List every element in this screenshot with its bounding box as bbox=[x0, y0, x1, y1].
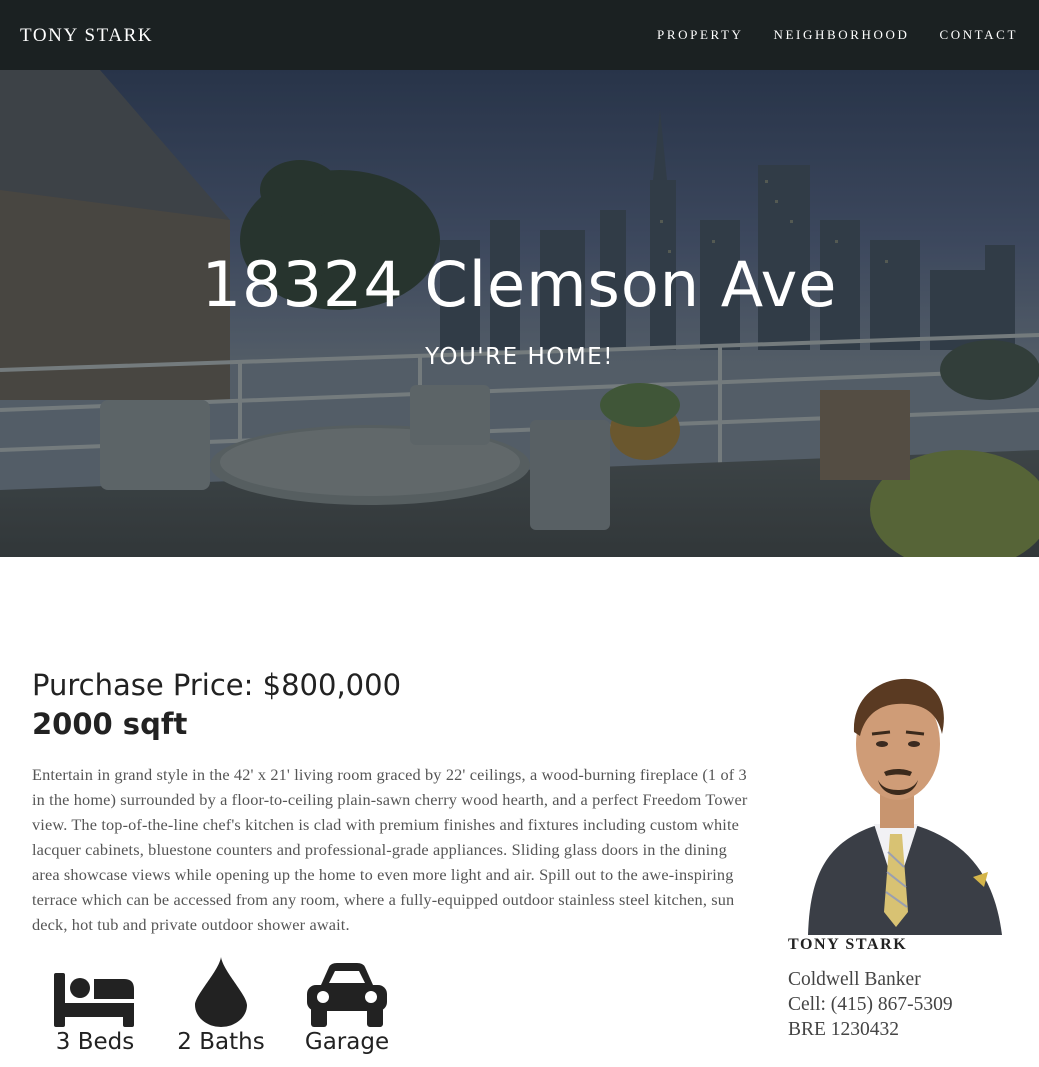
agent-contact-info: Coldwell Banker Cell: (415) 867-5309 BRE… bbox=[788, 967, 953, 1042]
property-description: Entertain in grand style in the 42' x 21… bbox=[32, 765, 748, 934]
feature-garage-label: Garage bbox=[304, 1029, 390, 1055]
square-footage: 2000 sqft bbox=[32, 707, 188, 741]
feature-beds-label: 3 Beds bbox=[55, 1029, 135, 1055]
hero-subtitle: YOU'RE HOME! bbox=[425, 344, 614, 370]
feature-beds: 3 Beds bbox=[32, 955, 158, 1055]
feature-baths: 2 Baths bbox=[158, 955, 284, 1055]
hero-banner: 18324 Clemson Ave YOU'RE HOME! bbox=[0, 70, 1039, 557]
bed-icon bbox=[54, 955, 136, 1027]
nav-links: PROPERTY NEIGHBORHOOD CONTACT bbox=[657, 27, 1018, 43]
top-navbar: TONY STARK PROPERTY NEIGHBORHOOD CONTACT bbox=[0, 0, 1039, 70]
car-icon bbox=[307, 955, 387, 1027]
feature-baths-label: 2 Baths bbox=[177, 1029, 265, 1055]
agent-company: Coldwell Banker bbox=[788, 969, 921, 990]
nav-link-property[interactable]: PROPERTY bbox=[657, 27, 743, 43]
nav-link-contact[interactable]: CONTACT bbox=[939, 27, 1018, 43]
agent-name: TONY STARK bbox=[788, 936, 908, 953]
property-features: 3 Beds 2 Baths Garage bbox=[32, 955, 410, 1055]
hero-title: 18324 Clemson Ave bbox=[201, 248, 838, 321]
agent-photo bbox=[788, 672, 1004, 935]
agent-license: BRE 1230432 bbox=[788, 1019, 900, 1040]
brand-link[interactable]: TONY STARK bbox=[20, 25, 153, 47]
purchase-price: Purchase Price: $800,000 bbox=[32, 668, 402, 702]
water-drop-icon bbox=[195, 955, 247, 1027]
agent-cell-phone[interactable]: Cell: (415) 867-5309 bbox=[788, 992, 953, 1017]
nav-link-neighborhood[interactable]: NEIGHBORHOOD bbox=[774, 27, 910, 43]
feature-garage: Garage bbox=[284, 955, 410, 1055]
